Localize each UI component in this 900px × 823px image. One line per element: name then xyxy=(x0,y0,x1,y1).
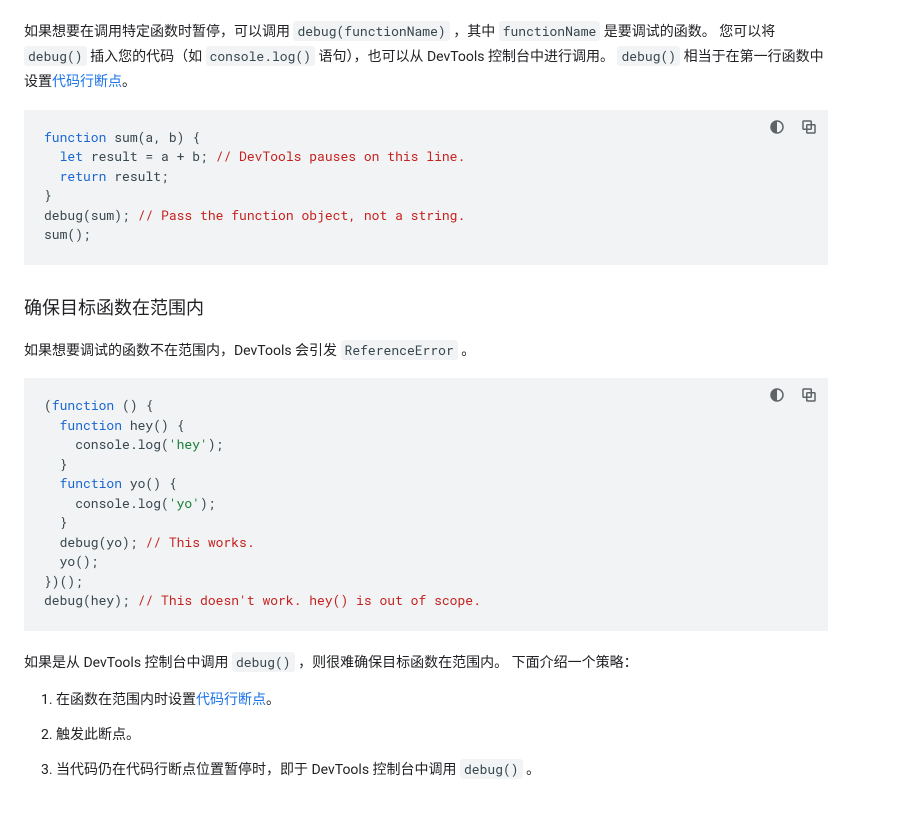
scope-paragraph: 如果想要调试的函数不在范围内，DevTools 会引发 ReferenceErr… xyxy=(24,339,828,364)
inline-code: functionName xyxy=(499,21,601,41)
inline-code: debug() xyxy=(617,46,680,66)
line-breakpoint-link[interactable]: 代码行断点 xyxy=(52,74,122,90)
intro-paragraph: 如果想要在调用特定函数时暂停，可以调用 debug(functionName) … xyxy=(24,20,828,96)
text: 语句），也可以从 DevTools 控制台中进行调用。 xyxy=(318,49,617,65)
inline-code: debug(functionName) xyxy=(293,21,449,41)
text: 。 xyxy=(122,74,136,90)
inline-code: ReferenceError xyxy=(341,340,458,360)
inline-code: debug() xyxy=(232,652,295,672)
section-heading-scope: 确保目标函数在范围内 xyxy=(24,293,828,325)
code-block-sum: function sum(a, b) { let result = a + b;… xyxy=(24,110,828,265)
text: ，其中 xyxy=(453,24,498,40)
text: 。 xyxy=(266,692,280,708)
text: 是要调试的函数。 您可以将 xyxy=(604,24,775,40)
text: 如果想要在调用特定函数时暂停，可以调用 xyxy=(24,24,293,40)
closing-paragraph: 如果是从 DevTools 控制台中调用 debug() ，则很难确保目标函数在… xyxy=(24,651,828,676)
theme-toggle-icon[interactable] xyxy=(768,386,786,404)
code-actions xyxy=(768,118,818,136)
inline-code: debug() xyxy=(24,46,87,66)
inline-code: console.log() xyxy=(206,46,315,66)
text: 在函数在范围内时设置 xyxy=(56,692,196,708)
text: 插入您的代码（如 xyxy=(90,49,205,65)
list-item: 触发此断点。 xyxy=(56,723,828,748)
text: ，则很难确保目标函数在范围内。 下面介绍一个策略： xyxy=(298,655,637,671)
code-content: (function () { function hey() { console.… xyxy=(24,378,828,631)
theme-toggle-icon[interactable] xyxy=(768,118,786,136)
text: 。 xyxy=(526,762,540,778)
text: 当代码仍在代码行断点位置暂停时，即于 DevTools 控制台中调用 xyxy=(56,762,460,778)
line-breakpoint-link[interactable]: 代码行断点 xyxy=(196,692,266,708)
list-item: 在函数在范围内时设置代码行断点。 xyxy=(56,688,828,713)
copy-icon[interactable] xyxy=(800,118,818,136)
code-block-scope: (function () { function hey() { console.… xyxy=(24,378,828,631)
copy-icon[interactable] xyxy=(800,386,818,404)
inline-code: debug() xyxy=(460,759,523,779)
list-item: 当代码仍在代码行断点位置暂停时，即于 DevTools 控制台中调用 debug… xyxy=(56,758,828,783)
text: 如果是从 DevTools 控制台中调用 xyxy=(24,655,232,671)
text: 如果想要调试的函数不在范围内，DevTools 会引发 xyxy=(24,343,341,359)
code-content: function sum(a, b) { let result = a + b;… xyxy=(24,110,828,265)
strategy-steps: 在函数在范围内时设置代码行断点。 触发此断点。 当代码仍在代码行断点位置暂停时，… xyxy=(24,688,828,784)
text: 。 xyxy=(461,343,475,359)
code-actions xyxy=(768,386,818,404)
